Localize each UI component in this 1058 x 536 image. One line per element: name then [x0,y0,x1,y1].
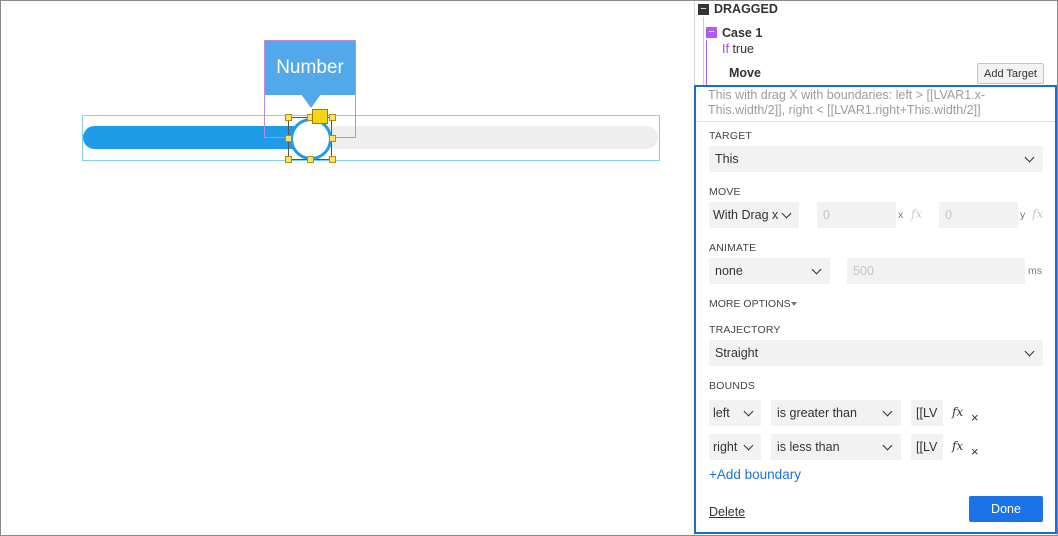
animate-duration-input[interactable]: 500 [847,258,1025,284]
bound-side-select[interactable]: right [709,434,761,460]
collapse-event-icon[interactable]: − [698,4,709,15]
bound-value-input[interactable]: [[LV [911,400,943,426]
resize-handle-top-right[interactable] [329,114,336,121]
target-section-label: TARGET [709,130,753,142]
condition-value: true [732,42,754,56]
animate-easing-select[interactable]: none [709,258,830,284]
target-select[interactable]: This [709,146,1043,172]
summary-divider [696,121,1055,122]
remove-bound-icon[interactable]: × [971,444,979,459]
condition-keyword: If [722,42,729,56]
bound-operator-select[interactable]: is greater than [771,400,901,426]
resize-handle-bottom-left[interactable] [285,156,292,163]
add-target-button[interactable]: Add Target [977,63,1044,84]
trajectory-section-label: TRAJECTORY [709,324,781,336]
add-boundary-link[interactable]: +Add boundary [709,467,801,482]
target-value: This [715,152,739,166]
action-summary: This with drag X with boundaries: left >… [708,88,986,117]
bound-operator-value: is greater than [777,406,857,420]
fx-icon[interactable]: fx [952,439,963,453]
fx-icon[interactable]: fx [1032,207,1043,221]
bound-operator-select[interactable]: is less than [771,434,901,460]
bound-value-input[interactable]: [[LV [911,434,943,460]
bound-operator-value: is less than [777,440,840,454]
move-x-unit: x [898,209,904,221]
event-label[interactable]: DRAGGED [714,2,778,16]
move-y-unit: y [1020,209,1026,221]
delete-action-link[interactable]: Delete [709,505,745,519]
bound-side-value: right [713,440,738,454]
caret-down-icon[interactable] [791,302,797,306]
slider-knob[interactable] [290,118,332,160]
bound-side-select[interactable]: left [709,400,761,426]
done-button[interactable]: Done [969,496,1043,522]
move-y-input[interactable]: 0 [939,202,1018,228]
remove-bound-icon[interactable]: × [971,410,979,425]
action-label[interactable]: Move [729,66,761,80]
move-x-input[interactable]: 0 [817,202,896,228]
lightning-bolt-icon[interactable]: ⚡ [312,109,328,124]
fx-icon[interactable]: fx [952,405,963,419]
collapse-case-icon[interactable]: − [706,27,717,38]
fx-icon[interactable]: fx [911,207,922,221]
move-section-label: MOVE [709,186,741,198]
animate-easing-value: none [715,264,743,278]
bounds-section-label: BOUNDS [709,380,756,392]
more-options-toggle[interactable]: MORE OPTIONS [709,298,791,310]
bound-side-value: left [713,406,730,420]
case-label[interactable]: Case 1 [722,26,762,40]
move-mode-value: With Drag x [713,208,779,222]
duration-unit: ms [1028,265,1042,277]
trajectory-select[interactable]: Straight [709,340,1043,366]
resize-handle-left[interactable] [285,135,292,142]
case-tree-line [706,40,707,85]
resize-handle-bottom[interactable] [307,156,314,163]
slider-value-tooltip[interactable]: Number [265,41,355,95]
resize-handle-bottom-right[interactable] [329,156,336,163]
trajectory-value: Straight [715,346,759,360]
animate-section-label: ANIMATE [709,242,757,254]
case-condition[interactable]: If true [722,42,754,56]
tooltip-pointer [301,94,321,108]
resize-handle-right[interactable] [329,135,336,142]
event-tree-line [703,17,704,85]
resize-handle-top-left[interactable] [285,114,292,121]
